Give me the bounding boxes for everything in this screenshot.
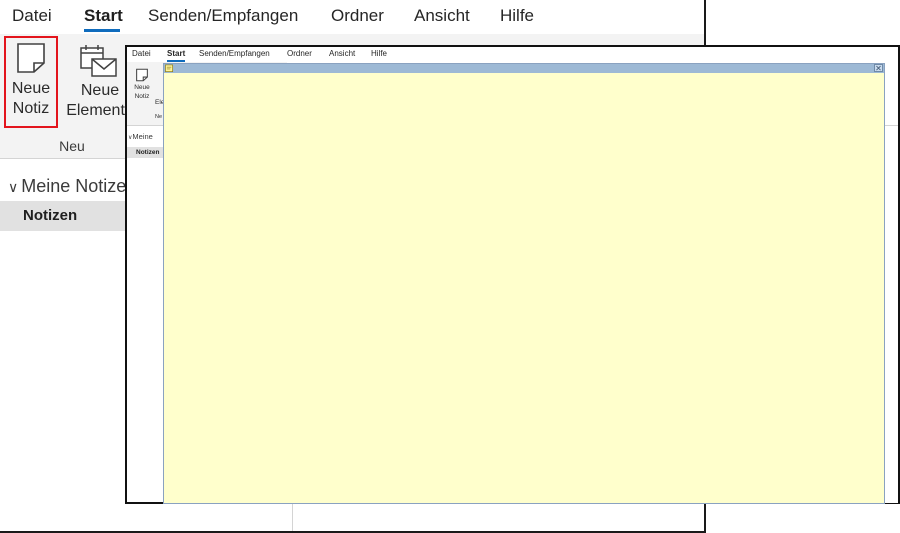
- new-note-label-line1: Neue: [134, 84, 150, 91]
- tab-ansicht[interactable]: Ansicht: [329, 49, 355, 58]
- tab-datei[interactable]: Datei: [132, 49, 151, 58]
- tab-start[interactable]: Start: [167, 49, 185, 58]
- tab-ansicht[interactable]: Ansicht: [414, 6, 470, 26]
- tab-senden-empfangen[interactable]: Senden/Empfangen: [199, 49, 270, 58]
- ribbon-group-label-new: Neu: [59, 138, 85, 154]
- calendar-mail-icon: [80, 45, 117, 77]
- new-note-label-line1: Neue: [11, 80, 51, 97]
- sticky-note-icon: [136, 68, 148, 82]
- folder-pane: ∨Meine Notizen: [127, 126, 166, 496]
- note-menu-icon[interactable]: [165, 64, 174, 73]
- sticky-note-body[interactable]: [164, 73, 884, 503]
- foreground-outlook-window: Datei Start Senden/Empfangen Ordner Ansi…: [125, 45, 900, 504]
- close-icon[interactable]: ✕: [874, 64, 883, 73]
- ribbon-tab-bar: Datei Start Senden/Empfangen Ordner Ansi…: [0, 0, 704, 34]
- tab-hilfe[interactable]: Hilfe: [500, 6, 534, 26]
- active-tab-indicator: [84, 29, 120, 32]
- new-note-button[interactable]: Neue Notiz: [130, 66, 154, 101]
- folder-group-label: Meine Notizen: [21, 176, 137, 196]
- tab-ordner[interactable]: Ordner: [287, 49, 312, 58]
- new-note-button[interactable]: Neue Notiz: [4, 36, 58, 128]
- new-note-label-line2: Notiz: [12, 100, 50, 117]
- tab-hilfe[interactable]: Hilfe: [371, 49, 387, 58]
- tab-start[interactable]: Start: [84, 6, 123, 26]
- tab-ordner[interactable]: Ordner: [331, 6, 384, 26]
- new-note-label-line2: Notiz: [134, 93, 150, 100]
- tab-senden-empfangen[interactable]: Senden/Empfangen: [148, 6, 298, 26]
- sticky-note-titlebar[interactable]: ✕: [164, 64, 884, 73]
- chevron-down-icon: ∨: [8, 179, 19, 195]
- tab-datei[interactable]: Datei: [12, 6, 52, 26]
- folder-group-header[interactable]: ∨Meine: [128, 132, 153, 141]
- folder-group-label: Meine: [132, 132, 153, 141]
- sticky-note-icon: [17, 43, 45, 73]
- folder-group-header[interactable]: ∨ Meine Notizen: [8, 176, 136, 197]
- folder-item-notizen[interactable]: Notizen: [127, 147, 165, 158]
- sticky-note-window[interactable]: ✕: [163, 63, 885, 504]
